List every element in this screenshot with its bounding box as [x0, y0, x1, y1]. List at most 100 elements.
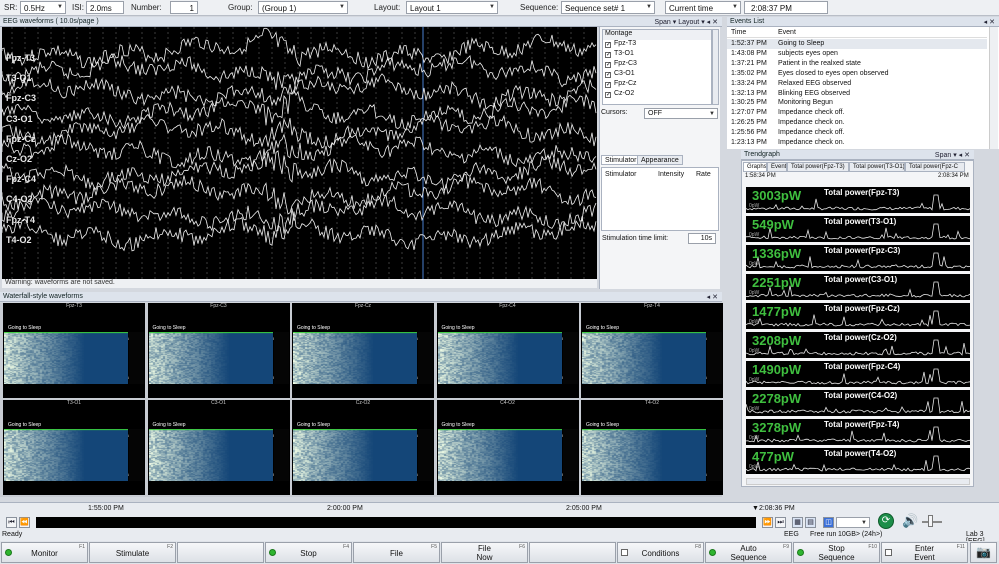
- eeg-waveform-canvas[interactable]: Fpz-T3 T3-O1 Fpz-C3 C3-O1 Fpz-Cz Cz-O2 Fpz-C4 C…: [1, 27, 597, 279]
- trend-hscrollbar[interactable]: [746, 478, 970, 485]
- volume-thumb[interactable]: [928, 515, 933, 527]
- trend-row[interactable]: 3003pW Total power(Fpz-T3) 0pW: [746, 187, 970, 213]
- montage-item[interactable]: ✓ C3-O1: [603, 70, 711, 80]
- tab-stimulator[interactable]: Stimulator: [601, 155, 641, 165]
- group-select[interactable]: (Group 1) ▼: [258, 1, 348, 14]
- stim-time-limit-input[interactable]: 10s: [688, 233, 716, 244]
- file-button[interactable]: F5 File: [353, 542, 440, 563]
- event-row[interactable]: 1:25:56 PM Impedance check off.: [727, 128, 987, 138]
- trend-tab[interactable]: Graphs: [743, 162, 767, 172]
- event-row[interactable]: 1:26:25 PM Impedance check on.: [727, 118, 987, 128]
- trend-tab[interactable]: Total power(Fpz-T3): [787, 162, 849, 172]
- blank-button[interactable]: [177, 542, 264, 563]
- number-input[interactable]: 1: [170, 1, 198, 14]
- waterfall-cell[interactable]: Fpz-C4Going to Sleep2:08:32 PM2:08:30 PM: [436, 303, 579, 398]
- event-row[interactable]: 1:52:37 PM Going to Sleep: [727, 39, 987, 49]
- trend-row[interactable]: 3278pW Total power(Fpz-T4) 0pW: [746, 419, 970, 445]
- montage-list[interactable]: Montage ✓ Fpz-T3 ✓ T3-O1 ✓ Fpz-C3 ✓ C3-O1 ✓ Fpz-C…: [602, 29, 712, 105]
- auto-sequence-button[interactable]: F9 Auto Sequence: [705, 542, 792, 563]
- skip-start-button[interactable]: ⏮: [6, 517, 17, 528]
- event-time: 1:25:56 PM: [731, 129, 767, 137]
- waterfall-cell-title: Cz-O2: [355, 400, 371, 406]
- trend-end-time: 2:08:34 PM: [938, 173, 969, 179]
- trend-row[interactable]: 2278pW Total power(C4-O2) 0pW: [746, 390, 970, 416]
- trend-span-menu[interactable]: Span: [935, 152, 951, 159]
- trend-row[interactable]: 2251pW Total power(C3-O1) 0pW: [746, 274, 970, 300]
- trend-row[interactable]: 3208pW Total power(Cz-O2) 0pW: [746, 332, 970, 358]
- monitor-button[interactable]: F1 Monitor: [1, 542, 88, 563]
- file-now-button[interactable]: F6 File Now: [441, 542, 528, 563]
- trend-row[interactable]: 1490pW Total power(Fpz-C4) 0pW: [746, 361, 970, 387]
- rewind-button[interactable]: ⏪: [19, 517, 30, 528]
- checkbox-icon[interactable]: ✓: [605, 92, 611, 98]
- waterfall-cell[interactable]: C4-O2Going to Sleep2:08:32 PM2:08:30 PM: [436, 400, 579, 495]
- event-row[interactable]: 1:37:21 PM Patient in the realxed state: [727, 59, 987, 69]
- trend-row[interactable]: 1336pW Total power(Fpz-C3) 0pW: [746, 245, 970, 271]
- event-row[interactable]: 1:33:24 PM Relaxed EEG observed: [727, 79, 987, 89]
- waterfall-cell[interactable]: T3-O1Going to Sleep2:08:32 PM2:08:30 PM: [3, 400, 145, 495]
- stop-sequence-button[interactable]: F10 Stop Sequence: [793, 542, 880, 563]
- waterfall-event-label: Going to Sleep: [297, 325, 331, 331]
- chart-view-icon[interactable]: ▦: [792, 517, 803, 528]
- span-menu[interactable]: Span: [654, 19, 670, 26]
- tab-appearance[interactable]: Appearance: [637, 155, 683, 165]
- trend-row[interactable]: 477pW Total power(T4-O2) 0pW: [746, 448, 970, 474]
- event-row[interactable]: 1:27:07 PM Impedance check off.: [727, 108, 987, 118]
- waterfall-cell[interactable]: Fpz-C3Going to Sleep2:08:32 PM2:08:30 PM: [147, 303, 290, 398]
- event-row[interactable]: 1:35:02 PM Eyes closed to eyes open obser…: [727, 69, 987, 79]
- stop-button[interactable]: F4 Stop: [265, 542, 352, 563]
- trend-row[interactable]: 549pW Total power(T3-O1) 0pW: [746, 216, 970, 242]
- event-row[interactable]: 1:23:13 PM Impedance check on.: [727, 138, 987, 148]
- sequence-select[interactable]: Sequence set# 1 ▼: [561, 1, 655, 14]
- event-row[interactable]: 1:43:08 PM subjects eyes open: [727, 49, 987, 59]
- waterfall-cell[interactable]: Fpz-CzGoing to Sleep2:08:32 PM2:08:30 PM: [292, 303, 434, 398]
- waterfall-cell[interactable]: T4-O2Going to Sleep2:08:32 PM2:08:30 PM: [581, 400, 723, 495]
- montage-item[interactable]: ✓ Cz-O2: [603, 90, 711, 100]
- montage-scrollbar[interactable]: [712, 29, 719, 105]
- layout-select[interactable]: Layout 1 ▼: [406, 1, 498, 14]
- trend-tab[interactable]: Total power(Fpz-C: [905, 162, 965, 172]
- forward-button[interactable]: ⏩: [762, 517, 773, 528]
- conditions-button[interactable]: F8 Conditions: [617, 542, 704, 563]
- trend-value: 3278pW: [752, 420, 802, 435]
- checkbox-icon[interactable]: ✓: [605, 52, 611, 58]
- sr-select[interactable]: 0.5Hz ▼: [20, 1, 66, 14]
- stimulate-button[interactable]: F2 Stimulate: [89, 542, 176, 563]
- montage-item[interactable]: ✓ Fpz-Cz: [603, 80, 711, 90]
- event-row[interactable]: 1:32:13 PM Blinking EEG observed: [727, 89, 987, 99]
- waterfall-cell[interactable]: C3-O1Going to Sleep2:08:32 PM2:08:30 PM: [147, 400, 290, 495]
- waterfall-cell-title: C3-O1: [211, 400, 226, 406]
- zoom-icon[interactable]: ◫: [823, 517, 834, 528]
- waterfall-cell[interactable]: Fpz-T3Going to Sleep2:08:32 PM2:08:30 PM: [3, 303, 145, 398]
- checkbox-icon[interactable]: ✓: [605, 42, 611, 48]
- speaker-icon[interactable]: 🔊: [902, 513, 918, 529]
- stimulator-table[interactable]: Stimulator Intensity Rate: [601, 167, 719, 231]
- enter-event-button[interactable]: F11 Enter Event: [881, 542, 968, 563]
- trend-row[interactable]: 1477pW Total power(Fpz-Cz) 0pW: [746, 303, 970, 329]
- events-list[interactable]: Time Event 1:52:37 PM Going to Sleep 1:43:…: [727, 27, 999, 149]
- blank-button[interactable]: [529, 542, 616, 563]
- skip-end-button[interactable]: ⏭: [775, 517, 786, 528]
- waterfall-cell[interactable]: Cz-O2Going to Sleep2:08:32 PM2:08:30 PM: [292, 400, 434, 495]
- layout-menu[interactable]: Layout: [678, 19, 699, 26]
- montage-item[interactable]: ✓ T3-O1: [603, 50, 711, 60]
- trend-tab[interactable]: Event: [767, 162, 787, 172]
- time-mode-select[interactable]: Current time ▼: [665, 1, 741, 14]
- montage-item[interactable]: ✓ Fpz-C3: [603, 60, 711, 70]
- event-row[interactable]: 1:30:25 PM Monitoring Begun: [727, 98, 987, 108]
- checkbox-icon[interactable]: ✓: [605, 72, 611, 78]
- waterfall-cell[interactable]: Fpz-T4Going to Sleep2:08:32 PM2:08:30 PM: [581, 303, 723, 398]
- isi-input[interactable]: 2.0ms: [86, 1, 124, 14]
- cursors-select[interactable]: OFF ▼: [644, 108, 718, 119]
- status-storage: 10GB> (24h>): [838, 531, 883, 538]
- checkbox-icon[interactable]: ✓: [605, 62, 611, 68]
- trend-view-icon[interactable]: ▤: [805, 517, 816, 528]
- checkbox-icon[interactable]: ✓: [605, 82, 611, 88]
- refresh-icon[interactable]: ⟳: [878, 513, 894, 529]
- montage-item[interactable]: ✓ Fpz-T3: [603, 40, 711, 50]
- timeline-track[interactable]: [36, 517, 756, 528]
- zoom-select[interactable]: ▼: [836, 517, 870, 528]
- trend-tab[interactable]: Total power(T3-O1): [849, 162, 905, 172]
- camera-button[interactable]: 📷: [970, 542, 997, 563]
- events-scrollbar[interactable]: [989, 27, 998, 149]
